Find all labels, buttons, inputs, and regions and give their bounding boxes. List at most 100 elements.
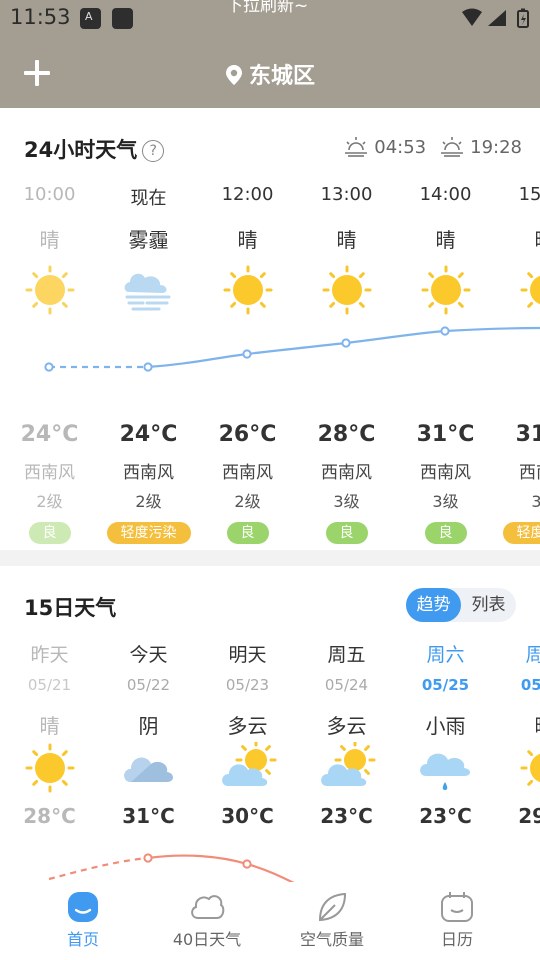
daily-day: 周五 (327, 644, 366, 666)
sun-icon (416, 264, 476, 316)
daily-high-temp: 23°C (320, 804, 373, 828)
hourly-aqi-wrap: 良 (0, 522, 99, 544)
daily-item[interactable]: 周六 05/25 小雨 23°C (396, 640, 495, 834)
daily-day: 周六 (426, 644, 465, 666)
daily-date: 05/21 (27, 676, 72, 694)
notification-app-icon: A (80, 8, 101, 29)
daily-date: 05/22 (126, 676, 171, 694)
haze-icon (119, 264, 179, 316)
daily-forecast-card: 15日天气 趋势 列表 昨天 05/21 晴 28°C 今天 05/22 阴 3… (0, 566, 540, 882)
hourly-aqi-wrap: 轻度污染 (99, 522, 198, 544)
hourly-aqi-wrap: 良 (396, 522, 495, 544)
nav-calendar[interactable]: 日历 (392, 890, 522, 950)
daily-high-temp: 31°C (122, 804, 175, 828)
sun-icon (218, 264, 278, 316)
hourly-condition: 晴 (39, 228, 60, 252)
daily-condition: 阴 (138, 714, 159, 738)
daily-day: 昨天 (30, 644, 69, 666)
daily-item[interactable]: 今天 05/22 阴 31°C (99, 640, 198, 834)
location-pin-icon (225, 65, 242, 85)
hourly-wind-level: 2级 (234, 492, 261, 511)
hourly-aqi-wrap: 良 (297, 522, 396, 544)
hourly-condition: 晴 (435, 228, 456, 252)
daily-date: 05/23 (225, 676, 270, 694)
daily-high-temp: 29°C (518, 804, 540, 828)
sun-icon (20, 264, 80, 316)
aqi-badge: 轻度污染 (106, 522, 191, 544)
daily-high-temp: 28°C (23, 804, 76, 828)
hourly-wind-level: 2级 (135, 492, 162, 511)
hourly-wind: 西南风 (222, 463, 273, 483)
hourly-forecast-card: 24小时天气? 04:53 19:28 10:00 晴 24°C 西南风 2级 … (0, 108, 540, 550)
daily-item[interactable]: 周日 05/26 晴 29°C (495, 640, 540, 834)
hourly-temp: 31°C (416, 422, 475, 447)
aqi-badge: 轻度污染 (502, 522, 540, 544)
location-title[interactable]: 东城区 (0, 58, 540, 90)
calendar-icon (441, 892, 473, 922)
hourly-time: 12:00 (221, 184, 274, 205)
daily-item[interactable]: 昨天 05/21 晴 28°C (0, 640, 99, 834)
sun-icon (515, 742, 540, 794)
aqi-badge: 良 (424, 522, 467, 544)
sun-icon (317, 264, 377, 316)
hourly-wind: 西南风 (420, 463, 471, 483)
daily-item[interactable]: 明天 05/23 多云 30°C (198, 640, 297, 834)
hourly-wind-level: 2级 (36, 492, 63, 511)
daily-item[interactable]: 周五 05/24 多云 23°C (297, 640, 396, 834)
daily-condition: 晴 (495, 710, 540, 740)
daily-date: 05/25 (421, 676, 470, 694)
notification-app-letter: A (85, 10, 93, 23)
daily-condition: 多云 (326, 714, 367, 738)
daily-condition: 多云 (227, 714, 268, 738)
hourly-temp: 28°C (317, 422, 376, 447)
hourly-temp: 24°C (119, 422, 178, 447)
hourly-item: 10:00 晴 24°C 西南风 2级 良 (0, 184, 99, 544)
aqi-badge: 良 (325, 522, 368, 544)
daily-day: 明天 (228, 644, 267, 666)
hourly-condition: 晴 (237, 228, 258, 252)
hourly-temp: 26°C (218, 422, 277, 447)
sun-icon (20, 742, 80, 794)
daily-date: 05/24 (324, 676, 369, 694)
hourly-time: 14:00 (419, 184, 472, 205)
hourly-time: 15:00 (518, 184, 540, 205)
hourly-item: 14:00 晴 31°C 西南风 3级 良 (396, 184, 495, 544)
nav-40day-label: 40日天气 (172, 930, 242, 949)
hourly-wind-level: 3级 (333, 492, 360, 511)
nav-air[interactable]: 空气质量 (267, 890, 397, 950)
hourly-wind-level: 3级 (432, 492, 459, 511)
hourly-wind: 西南风 (321, 463, 372, 483)
nav-home-label: 首页 (66, 930, 99, 949)
status-icons (460, 7, 532, 29)
hourly-aqi-wrap: 轻度污染 (495, 522, 540, 544)
bottom-nav: 首页 40日天气 空气质量 日历 (0, 882, 540, 960)
sun-icon (515, 264, 540, 316)
aqi-badge: 良 (226, 522, 269, 544)
hourly-item: 现在 雾霾 24°C 西南风 2级 轻度污染 (99, 184, 198, 544)
hourly-condition: 晴 (336, 228, 357, 252)
hourly-wind-level: 3级 (531, 492, 540, 511)
hourly-item: 12:00 晴 26°C 西南风 2级 良 (198, 184, 297, 544)
hourly-item: 15:00 晴 31°C 西南风 3级 轻度污染 (495, 184, 540, 544)
pull-refresh-hint: 下拉刷新~ (226, 0, 309, 16)
daily-condition: 晴 (39, 714, 60, 738)
daily-day: 周日 (525, 644, 540, 666)
cloud-icon (119, 742, 179, 794)
signal-icon (488, 10, 506, 26)
status-bar: 11:53 A 下拉刷新~ (0, 0, 540, 36)
wifi-icon (462, 8, 482, 26)
header: 11:53 A 下拉刷新~ 东城区 (0, 0, 540, 108)
daily-date: 05/26 (520, 676, 540, 694)
nav-home[interactable]: 首页 (18, 890, 148, 950)
hourly-item: 13:00 晴 28°C 西南风 3级 良 (297, 184, 396, 544)
leaf-icon (318, 892, 347, 922)
aqi-badge: 良 (28, 522, 71, 544)
nav-air-label: 空气质量 (299, 930, 364, 949)
hourly-wind: 西南风 (24, 463, 75, 483)
hourly-wind: 西南风 (123, 463, 174, 483)
hourly-time: 10:00 (23, 184, 76, 205)
daily-high-temp: 30°C (221, 804, 274, 828)
battery-icon (517, 8, 529, 28)
status-time: 11:53 (10, 5, 71, 29)
nav-40day[interactable]: 40日天气 (142, 890, 272, 950)
